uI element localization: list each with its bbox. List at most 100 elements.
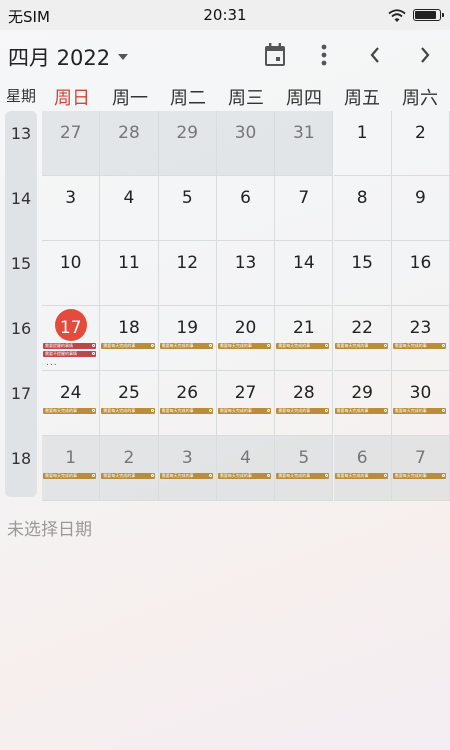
day-cell[interactable]: 16 bbox=[391, 241, 450, 306]
day-number: 20 bbox=[234, 318, 257, 338]
day-cell[interactable]: 19 需要每天完成的事 bbox=[158, 306, 217, 371]
day-cell[interactable]: 28 需要每天完成的事 bbox=[275, 371, 334, 436]
day-cell[interactable]: 10 bbox=[42, 241, 101, 306]
event-chip[interactable]: 需要每天完成的事 bbox=[334, 343, 388, 349]
event-chip[interactable]: 需要每天完成的事 bbox=[217, 408, 272, 414]
day-cell[interactable]: 25 需要每天完成的事 bbox=[100, 371, 159, 436]
event-chip[interactable]: 需要每天完成的事 bbox=[392, 473, 447, 479]
event-chip[interactable]: 需要每天完成的事 bbox=[217, 473, 272, 479]
day-cell[interactable]: 12 bbox=[158, 241, 217, 306]
day-cell[interactable]: 26 需要每天完成的事 bbox=[158, 371, 217, 436]
event-chip[interactable]: 需要每天完成的事 bbox=[159, 343, 213, 349]
day-cell[interactable]: 6 需要每天完成的事 bbox=[333, 436, 392, 501]
month-selector[interactable]: 四月 2022 bbox=[8, 42, 129, 72]
day-number: 9 bbox=[415, 188, 426, 208]
weekday-thu: 周四 bbox=[286, 88, 322, 109]
day-cell[interactable]: 13 bbox=[216, 241, 276, 306]
week-number: 14 bbox=[10, 189, 32, 208]
day-cell[interactable]: 7 bbox=[275, 176, 334, 241]
event-chip[interactable]: 需要每天完成的事 bbox=[392, 343, 447, 349]
more-vert-icon[interactable] bbox=[311, 42, 337, 68]
event-chip[interactable]: 需要每天完成的事 bbox=[276, 408, 330, 414]
event-chip[interactable]: 需要每天完成的事 bbox=[43, 473, 97, 479]
chevron-right-icon[interactable] bbox=[412, 42, 438, 68]
day-cell[interactable]: 2 需要每天完成的事 bbox=[100, 436, 159, 501]
day-cell[interactable]: 1 需要每天完成的事 bbox=[42, 436, 101, 501]
day-cell[interactable]: 4 bbox=[100, 176, 159, 241]
day-cell[interactable]: 8 bbox=[333, 176, 392, 241]
day-number: 22 bbox=[351, 318, 373, 338]
event-title: 需要每天完成的事 bbox=[336, 408, 369, 413]
event-chip[interactable]: 需要每天完成的事 bbox=[276, 473, 330, 479]
event-title: 需要每天完成的事 bbox=[219, 408, 252, 413]
calendar-today-icon[interactable] bbox=[262, 42, 288, 68]
day-cell[interactable]: 9 bbox=[391, 176, 450, 241]
day-cell[interactable]: 23 需要每天完成的事 bbox=[391, 306, 450, 371]
day-cell[interactable]: 5 需要每天完成的事 bbox=[275, 436, 334, 501]
day-number: 2 bbox=[415, 123, 426, 143]
day-number: 10 bbox=[59, 253, 82, 273]
event-chip[interactable]: 需要每天完成的事 bbox=[276, 343, 330, 349]
event-chip[interactable]: 需要不提醒的事情 bbox=[43, 351, 97, 357]
event-chip[interactable]: 需要每天完成的事 bbox=[392, 408, 447, 414]
month-grid: 27 28 29 30 31 1 2 3 4 5 6 7 8 9 10 11 12 13 14 15 16 17 需要提醒的… bbox=[42, 111, 450, 501]
day-cell[interactable]: 30 bbox=[216, 111, 276, 176]
day-cell[interactable]: 31 bbox=[275, 111, 334, 176]
wifi-icon bbox=[388, 8, 406, 27]
day-number: 19 bbox=[176, 318, 199, 338]
event-title: 需要每天完成的事 bbox=[278, 343, 311, 348]
event-chip[interactable]: 需要每天完成的事 bbox=[43, 408, 97, 414]
caret-down-icon bbox=[118, 54, 129, 60]
day-cell[interactable]: 29 需要每天完成的事 bbox=[333, 371, 392, 436]
day-cell[interactable]: 6 bbox=[216, 176, 276, 241]
event-chip[interactable]: 需要每天完成的事 bbox=[217, 343, 272, 349]
event-chip[interactable]: 需要每天完成的事 bbox=[159, 473, 213, 479]
event-chip[interactable]: 需要每天完成的事 bbox=[101, 408, 155, 414]
day-cell[interactable]: 18 需要每天完成的事 bbox=[100, 306, 159, 371]
weekday-sat: 周六 bbox=[402, 88, 438, 109]
day-cell[interactable]: 11 bbox=[100, 241, 159, 306]
day-number: 12 bbox=[176, 253, 199, 273]
status-time: 20:31 bbox=[203, 6, 247, 24]
event-title: 需要每天完成的事 bbox=[219, 343, 252, 348]
day-cell[interactable]: 2 bbox=[391, 111, 450, 176]
day-cell[interactable]: 27 bbox=[42, 111, 101, 176]
event-chip[interactable]: 需要每天完成的事 bbox=[159, 408, 213, 414]
day-cell[interactable]: 7 需要每天完成的事 bbox=[391, 436, 450, 501]
day-cell[interactable]: 24 需要每天完成的事 bbox=[42, 371, 101, 436]
day-cell[interactable]: 5 bbox=[158, 176, 217, 241]
event-chip[interactable]: 需要每天完成的事 bbox=[101, 473, 155, 479]
day-cell[interactable]: 4 需要每天完成的事 bbox=[216, 436, 276, 501]
day-number: 3 bbox=[181, 448, 193, 468]
event-title: 需要每天完成的事 bbox=[394, 343, 427, 348]
day-number: 5 bbox=[181, 188, 193, 208]
week-number: 17 bbox=[10, 384, 32, 403]
day-cell[interactable]: 20 需要每天完成的事 bbox=[216, 306, 276, 371]
day-cell[interactable]: 21 需要每天完成的事 bbox=[275, 306, 334, 371]
day-number: 14 bbox=[293, 253, 315, 273]
day-cell[interactable]: 29 bbox=[158, 111, 217, 176]
chevron-left-icon[interactable] bbox=[362, 42, 388, 68]
event-title: 需要每天完成的事 bbox=[103, 408, 136, 413]
day-cell[interactable]: 1 bbox=[333, 111, 392, 176]
event-title: 需要每天完成的事 bbox=[336, 473, 369, 478]
day-cell[interactable]: 3 需要每天完成的事 bbox=[158, 436, 217, 501]
day-cell[interactable]: 22 需要每天完成的事 bbox=[333, 306, 392, 371]
weekday-wed: 周三 bbox=[228, 88, 264, 109]
event-chip[interactable]: 需要提醒的事情 bbox=[43, 343, 97, 349]
event-title: 需要每天完成的事 bbox=[161, 473, 194, 478]
day-cell[interactable]: 17 需要提醒的事情 需要不提醒的事情... bbox=[42, 306, 101, 371]
event-chip[interactable]: 需要每天完成的事 bbox=[101, 343, 155, 349]
day-cell[interactable]: 15 bbox=[333, 241, 392, 306]
event-chip[interactable]: 需要每天完成的事 bbox=[334, 408, 388, 414]
day-number: 4 bbox=[123, 188, 135, 208]
day-cell[interactable]: 14 bbox=[275, 241, 334, 306]
more-events-indicator[interactable]: ... bbox=[46, 359, 58, 368]
day-number: 5 bbox=[298, 448, 310, 468]
day-cell[interactable]: 27 需要每天完成的事 bbox=[216, 371, 276, 436]
day-cell[interactable]: 30 需要每天完成的事 bbox=[391, 371, 450, 436]
event-chip[interactable]: 需要每天完成的事 bbox=[334, 473, 388, 479]
day-number: 2 bbox=[123, 448, 135, 468]
day-cell[interactable]: 3 bbox=[42, 176, 101, 241]
day-cell[interactable]: 28 bbox=[100, 111, 159, 176]
